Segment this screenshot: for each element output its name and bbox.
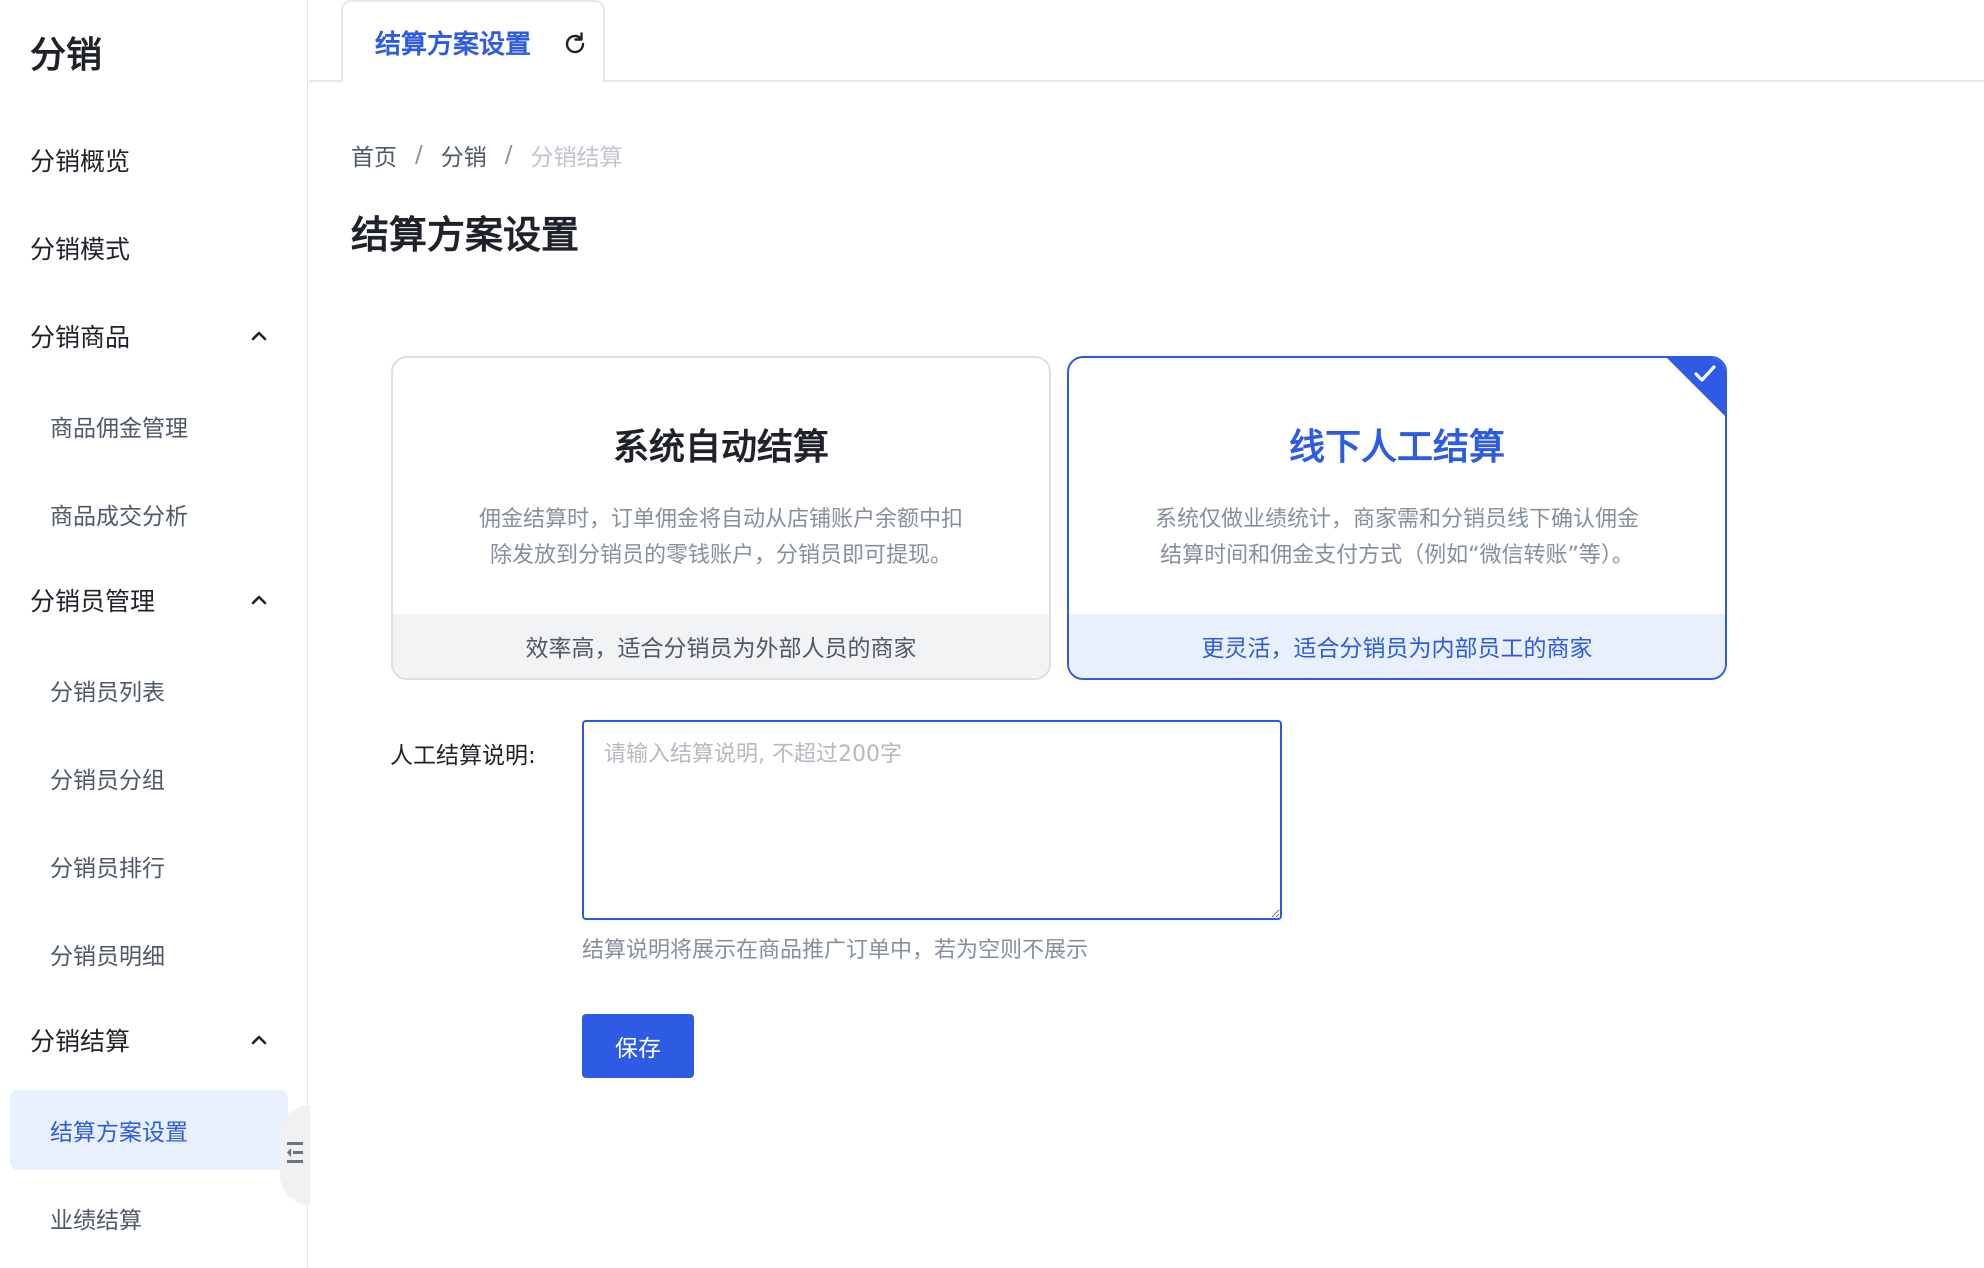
brand-title: 分销 <box>30 35 103 76</box>
settlement-note-textarea[interactable] <box>582 720 1282 920</box>
sidebar-item-commission[interactable]: 商品佣金管理 <box>0 396 308 456</box>
sidebar-item-label: 分销概览 <box>30 147 131 176</box>
option-title: 线下人工结算 <box>1288 427 1505 468</box>
tab-bar: 结算方案设置 <box>309 0 1984 82</box>
option-description-line: 除发放到分销员的零钱账户，分销员即可提现。 <box>489 543 952 568</box>
sidebar-item-label: 商品佣金管理 <box>50 416 188 442</box>
breadcrumb-separator: / <box>504 142 513 168</box>
option-title: 系统自动结算 <box>612 427 829 468</box>
option-footer: 更灵活，适合分销员为内部员工的商家 <box>1069 614 1725 678</box>
sidebar-item-label: 分销员分组 <box>50 768 165 794</box>
settlement-note-hint: 结算说明将展示在商品推广订单中，若为空则不展示 <box>582 938 1089 963</box>
breadcrumb-section[interactable]: 分销 <box>441 138 487 172</box>
tab-settlement-plan[interactable]: 结算方案设置 <box>341 0 605 82</box>
sidebar-item-label: 结算方案设置 <box>50 1120 188 1146</box>
sidebar-item-mode[interactable]: 分销模式 <box>0 218 308 278</box>
sidebar-item-deal-analysis[interactable]: 商品成交分析 <box>0 484 308 544</box>
sidebar-group-settlement[interactable]: 分销结算 <box>0 1010 308 1070</box>
option-description: 系统仅做业绩统计，商家需和分销员线下确认佣金 结算时间和佣金支付方式（例如“微信… <box>1129 502 1665 574</box>
sidebar-item-distributor-ranking[interactable]: 分销员排行 <box>0 836 308 896</box>
sidebar-item-distributor-groups[interactable]: 分销员分组 <box>0 748 308 808</box>
option-description-line: 系统仅做业绩统计，商家需和分销员线下确认佣金 <box>1154 507 1639 532</box>
option-footer: 效率高，适合分销员为外部人员的商家 <box>393 614 1049 678</box>
sidebar-item-distributor-details[interactable]: 分销员明细 <box>0 924 308 984</box>
tab-label: 结算方案设置 <box>375 29 532 60</box>
breadcrumb-current: 分销结算 <box>530 145 623 171</box>
sidebar-item-label: 分销员明细 <box>50 944 165 970</box>
sidebar-item-label: 分销员排行 <box>50 856 165 882</box>
sidebar-group-distributors[interactable]: 分销员管理 <box>0 570 308 630</box>
sidebar-item-overview[interactable]: 分销概览 <box>0 130 308 190</box>
sidebar-item-label: 分销员管理 <box>30 587 156 616</box>
sidebar-item-distributor-list[interactable]: 分销员列表 <box>0 660 308 720</box>
breadcrumb-home[interactable]: 首页 <box>351 138 397 172</box>
settlement-note-label: 人工结算说明: <box>390 743 536 769</box>
page-title: 结算方案设置 <box>351 213 580 257</box>
option-card-auto-settlement[interactable]: 系统自动结算 佣金结算时，订单佣金将自动从店铺账户余额中扣 除发放到分销员的零钱… <box>391 356 1051 680</box>
sidebar-item-settlement-plan[interactable]: 结算方案设置 <box>10 1090 288 1170</box>
chevron-up-icon <box>248 589 270 611</box>
collapse-menu-icon <box>285 1138 305 1172</box>
sidebar-item-label: 分销模式 <box>30 235 131 264</box>
sidebar: 分销 分销概览 分销模式 分销商品 商品佣金管理 商品成交分析 分销员管理 分销… <box>0 0 308 1268</box>
refresh-icon[interactable] <box>561 30 589 65</box>
breadcrumb: 首页 / 分销 / 分销结算 <box>351 138 623 172</box>
check-icon <box>1691 362 1719 390</box>
option-description-line: 佣金结算时，订单佣金将自动从店铺账户余额中扣 <box>478 507 963 532</box>
chevron-up-icon <box>248 1029 270 1051</box>
option-card-manual-settlement[interactable]: 线下人工结算 系统仅做业绩统计，商家需和分销员线下确认佣金 结算时间和佣金支付方… <box>1067 356 1727 680</box>
sidebar-group-products[interactable]: 分销商品 <box>0 306 308 366</box>
sidebar-item-performance-settlement[interactable]: 业绩结算 <box>0 1188 308 1248</box>
sidebar-item-label: 分销员列表 <box>50 680 165 706</box>
option-description: 佣金结算时，订单佣金将自动从店铺账户余额中扣 除发放到分销员的零钱账户，分销员即… <box>453 502 989 574</box>
sidebar-item-label: 分销结算 <box>30 1027 131 1056</box>
sidebar-item-label: 业绩结算 <box>50 1208 142 1234</box>
save-button[interactable]: 保存 <box>582 1014 694 1078</box>
sidebar-item-label: 分销商品 <box>30 323 131 352</box>
option-description-line: 结算时间和佣金支付方式（例如“微信转账”等）。 <box>1160 543 1634 568</box>
chevron-up-icon <box>248 325 270 347</box>
breadcrumb-separator: / <box>415 142 423 168</box>
sidebar-collapse-button[interactable] <box>280 1105 310 1205</box>
sidebar-item-label: 商品成交分析 <box>50 504 188 530</box>
